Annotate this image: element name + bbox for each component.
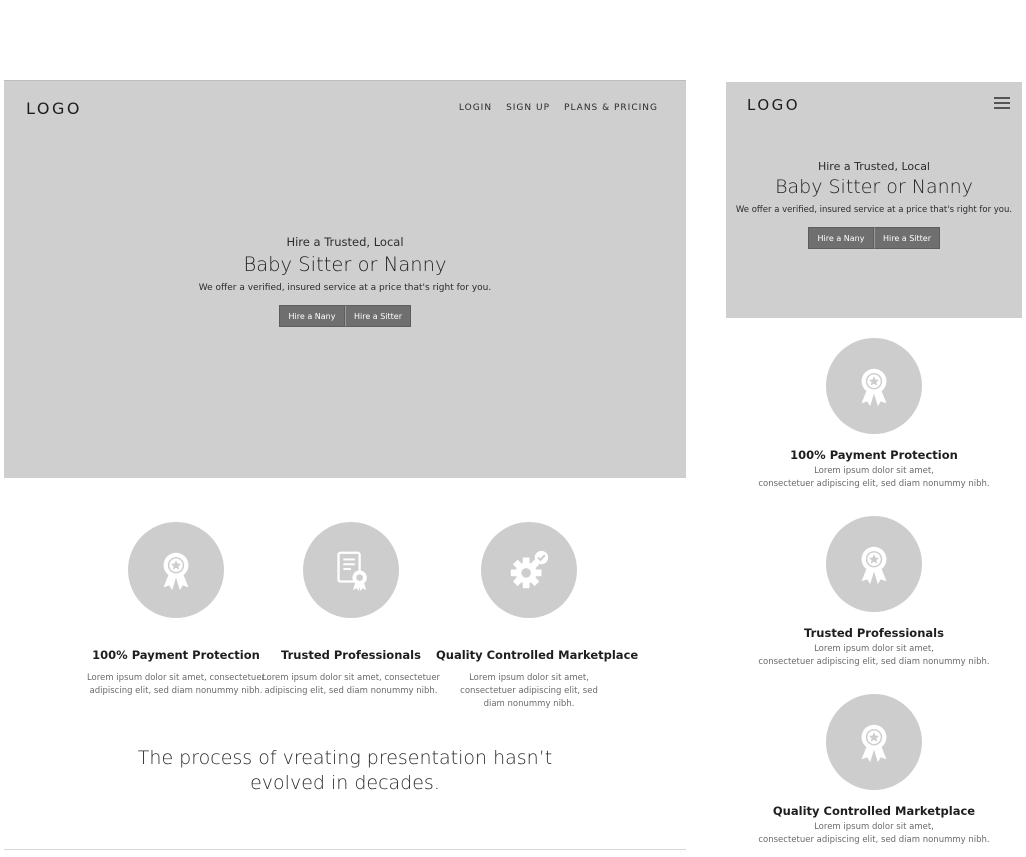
logo[interactable]: LOGO [26, 99, 82, 118]
nav-login-link[interactable]: LOGIN [459, 103, 492, 113]
desktop-wireframe: LOGO LOGIN SIGN UP PLANS & PRICING Hire … [4, 80, 686, 857]
feature-trusted-professionals: Trusted Professionals Lorem ipsum dolor … [726, 516, 1022, 669]
feature-quality-marketplace: Quality Controlled Marketplace Lorem ips… [726, 694, 1022, 847]
logo[interactable]: LOGO [747, 96, 800, 114]
tagline: The process of vreating presentation has… [4, 746, 686, 796]
tagline-line-1: The process of vreating presentation has… [137, 747, 553, 769]
hero-subtext: We offer a verified, insured service at … [198, 283, 492, 293]
feature-description-line: consectetuer adipiscing elit, sed diam n… [758, 835, 990, 845]
tagline-line-2: evolved in decades. [250, 772, 440, 794]
hero-content: Hire a Trusted, Local Baby Sitter or Nan… [4, 235, 686, 327]
feature-title: 100% Payment Protection [790, 448, 958, 462]
feature-description: Lorem ipsum dolor sit amet, consectetuer… [726, 643, 1022, 669]
feature-title: Trusted Professionals [281, 648, 421, 662]
hero-button-group: Hire a Nany Hire a Sitter [4, 305, 686, 327]
award-ribbon-icon [861, 724, 887, 763]
hire-sitter-button[interactable]: Hire a Sitter [345, 305, 411, 327]
feature-description: Lorem ipsum dolor sit amet, consectetuer… [261, 673, 441, 696]
feature-icon-circle [826, 694, 922, 790]
mobile-hero: LOGO Hire a Trusted, Local Baby Sitter o… [726, 82, 1022, 318]
feature-title: Quality Controlled Marketplace [772, 804, 976, 818]
feature-icon-circle [826, 516, 922, 612]
feature-description: Lorem ipsum dolor sit amet, consectetuer… [726, 821, 1022, 847]
feature-quality-marketplace: Quality Controlled Marketplace Lorem ips… [436, 522, 639, 711]
hero-button-group: Hire a Nany Hire a Sitter [726, 227, 1022, 249]
hero-subtext: We offer a verified, insured service at … [735, 205, 1013, 215]
feature-description-line: Lorem ipsum dolor sit amet, [814, 644, 934, 654]
feature-title: Trusted Professionals [804, 626, 944, 640]
mobile-wireframe: LOGO Hire a Trusted, Local Baby Sitter o… [726, 82, 1022, 857]
award-ribbon-icon [163, 552, 189, 591]
feature-description: Lorem ipsum dolor sit amet, consectetuer… [86, 673, 266, 696]
feature-payment-protection: 100% Payment Protection Lorem ipsum dolo… [726, 338, 1022, 491]
feature-title: Quality Controlled Marketplace [436, 648, 639, 662]
feature-title: 100% Payment Protection [92, 648, 260, 662]
feature-description: Lorem ipsum dolor sit amet, consectetuer… [726, 465, 1022, 491]
top-nav: LOGIN SIGN UP PLANS & PRICING [459, 103, 658, 113]
hero-content: Hire a Trusted, Local Baby Sitter or Nan… [726, 160, 1022, 249]
hire-nanny-button[interactable]: Hire a Nany [808, 227, 874, 249]
feature-description-line: consectetuer adipiscing elit, sed diam n… [758, 479, 990, 489]
feature-icon-circle [826, 338, 922, 434]
hire-nanny-button[interactable]: Hire a Nany [279, 305, 345, 327]
divider [4, 849, 686, 850]
hero-headline: Baby Sitter or Nanny [775, 176, 973, 198]
desktop-hero: LOGO LOGIN SIGN UP PLANS & PRICING Hire … [4, 80, 686, 478]
certificate-icon [337, 551, 367, 592]
feature-payment-protection: 100% Payment Protection Lorem ipsum dolo… [86, 522, 266, 698]
feature-description-line: Lorem ipsum dolor sit amet, [814, 466, 934, 476]
feature-description-line: Lorem ipsum dolor sit amet, [814, 822, 934, 832]
feature-trusted-professionals: Trusted Professionals Lorem ipsum dolor … [261, 522, 441, 698]
gear-check-icon [510, 550, 549, 589]
hire-sitter-button[interactable]: Hire a Sitter [874, 227, 940, 249]
feature-description: Lorem ipsum dolor sit amet, consectetuer… [460, 673, 598, 709]
feature-icon-circle [481, 522, 577, 618]
nav-pricing-link[interactable]: PLANS & PRICING [564, 103, 658, 113]
hamburger-menu-icon[interactable] [994, 97, 1010, 110]
hero-headline: Baby Sitter or Nanny [243, 253, 447, 276]
nav-signup-link[interactable]: SIGN UP [506, 103, 550, 113]
hero-eyebrow: Hire a Trusted, Local [286, 235, 404, 249]
feature-icon-circle [128, 522, 224, 618]
award-ribbon-icon [861, 546, 887, 585]
award-ribbon-icon [861, 368, 887, 407]
feature-description-line: consectetuer adipiscing elit, sed diam n… [758, 657, 990, 667]
hero-eyebrow: Hire a Trusted, Local [817, 160, 930, 173]
feature-icon-circle [303, 522, 399, 618]
